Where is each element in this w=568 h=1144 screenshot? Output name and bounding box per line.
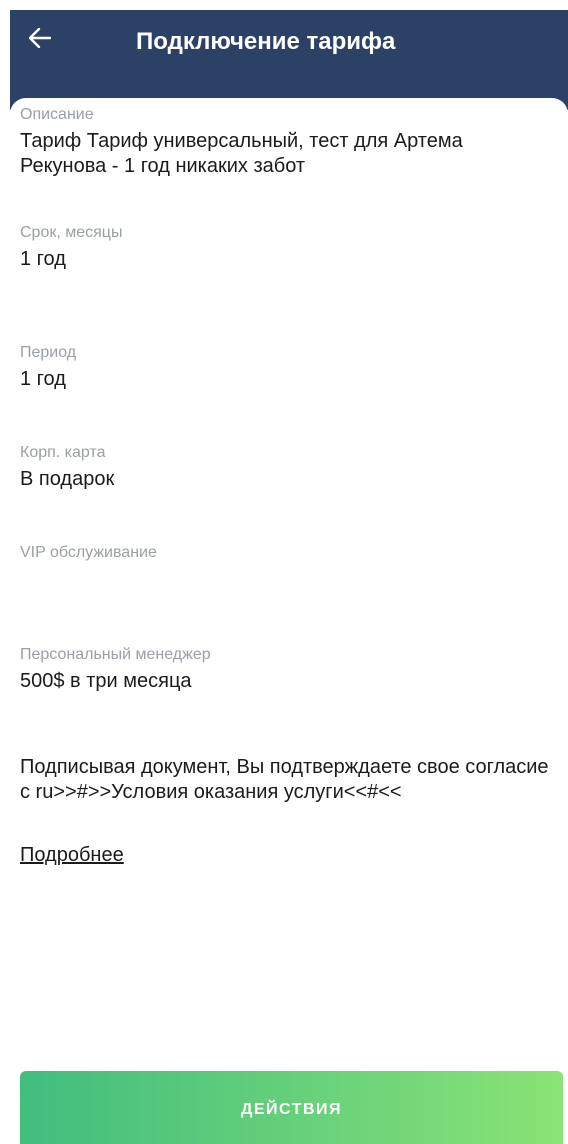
page-title: Подключение тарифа <box>136 28 396 55</box>
field-value: 1 год <box>20 368 66 390</box>
field-label: Период <box>20 344 77 361</box>
field-period: Период 1 год <box>20 343 550 392</box>
tariff-connection-screen: Подключение тарифа Описание Тариф Тариф … <box>0 0 568 1144</box>
actions-button[interactable]: ДЕЙСТВИЯ <box>20 1071 563 1144</box>
field-label: Описание <box>20 106 94 123</box>
field-description: Описание Тариф Тариф универсальный, тест… <box>20 105 550 179</box>
actions-button-label: ДЕЙСТВИЯ <box>240 1101 343 1118</box>
back-button[interactable] <box>20 20 60 60</box>
field-corp-card: Корп. карта В подарок <box>20 443 550 492</box>
field-value: Тариф Тариф универсальный, тест для Арте… <box>20 130 463 177</box>
field-vip: VIP обслуживание <box>20 543 550 567</box>
field-label: Персональный менеджер <box>20 646 211 663</box>
field-term: Срок, месяцы 1 год <box>20 223 550 272</box>
field-label: Корп. карта <box>20 444 106 461</box>
consent-text: Подписывая документ, Вы подтверждаете св… <box>20 756 549 803</box>
arrow-left-icon <box>28 27 52 53</box>
more-link[interactable]: Подробнее <box>20 843 124 868</box>
field-value: В подарок <box>20 468 115 490</box>
field-manager: Персональный менеджер 500$ в три месяца <box>20 645 550 694</box>
header-background <box>10 10 568 110</box>
field-value: 1 год <box>20 248 66 270</box>
field-label: VIP обслуживание <box>20 544 157 561</box>
field-label: Срок, месяцы <box>20 224 123 241</box>
field-value: 500$ в три месяца <box>20 670 192 692</box>
